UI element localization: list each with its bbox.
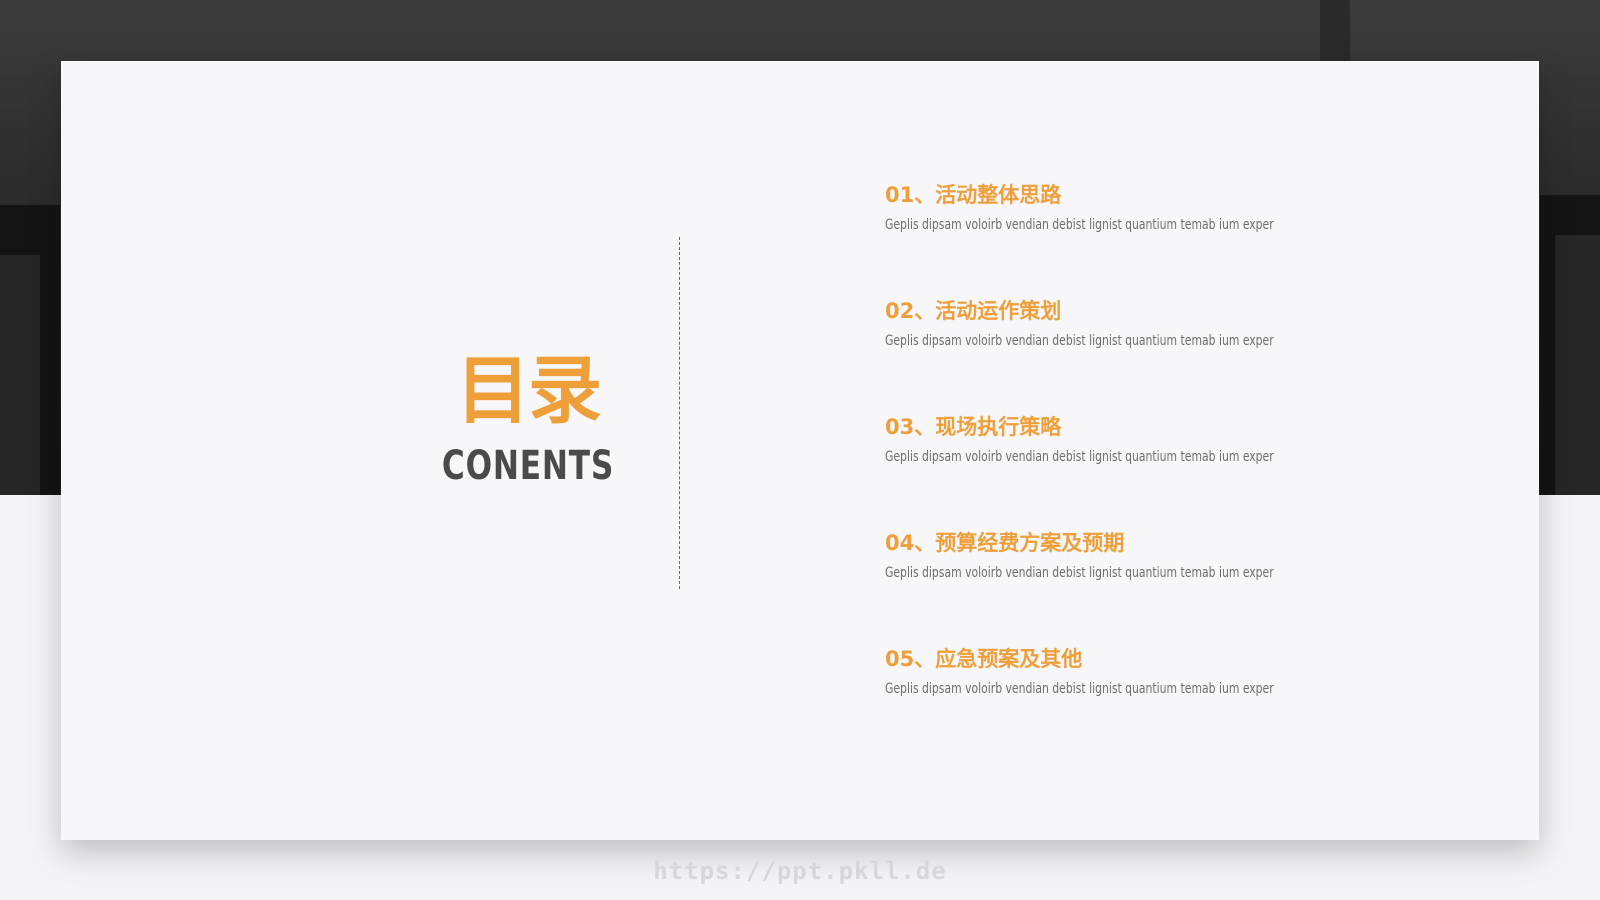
building-silhouette [1555,235,1600,495]
watermark-url: https://ppt.pkll.de [653,857,947,885]
toc-item-description: Geplis dipsam voloirb vendian debist lig… [885,333,1274,349]
toc-item: 04、预算经费方案及预期 Geplis dipsam voloirb vendi… [885,529,1445,619]
dashed-divider [679,237,680,589]
tower-silhouette [1320,0,1350,62]
slide: 目录 CONENTS 01、活动整体思路 Geplis dipsam voloi… [0,0,1600,900]
toc-item-title: 01、活动整体思路 [885,183,1062,207]
toc-item-description: Geplis dipsam voloirb vendian debist lig… [885,217,1274,233]
catalog-subtitle: CONENTS [441,443,615,489]
toc-item: 03、现场执行策略 Geplis dipsam voloirb vendian … [885,413,1445,503]
building-silhouette [0,255,40,495]
toc-item-title: 05、应急预案及其他 [885,647,1083,671]
toc-item: 05、应急预案及其他 Geplis dipsam voloirb vendian… [885,645,1445,735]
toc-item-title: 03、现场执行策略 [885,415,1062,439]
catalog-title: 目录 [456,348,602,434]
content-card: 目录 CONENTS 01、活动整体思路 Geplis dipsam voloi… [61,61,1539,840]
toc-item-title: 02、活动运作策划 [885,299,1062,323]
toc-item: 01、活动整体思路 Geplis dipsam voloirb vendian … [885,181,1445,271]
toc-item-description: Geplis dipsam voloirb vendian debist lig… [885,565,1274,581]
toc-item-description: Geplis dipsam voloirb vendian debist lig… [885,681,1274,697]
toc-item: 02、活动运作策划 Geplis dipsam voloirb vendian … [885,297,1445,387]
toc-item-title: 04、预算经费方案及预期 [885,531,1125,555]
toc-item-description: Geplis dipsam voloirb vendian debist lig… [885,449,1274,465]
